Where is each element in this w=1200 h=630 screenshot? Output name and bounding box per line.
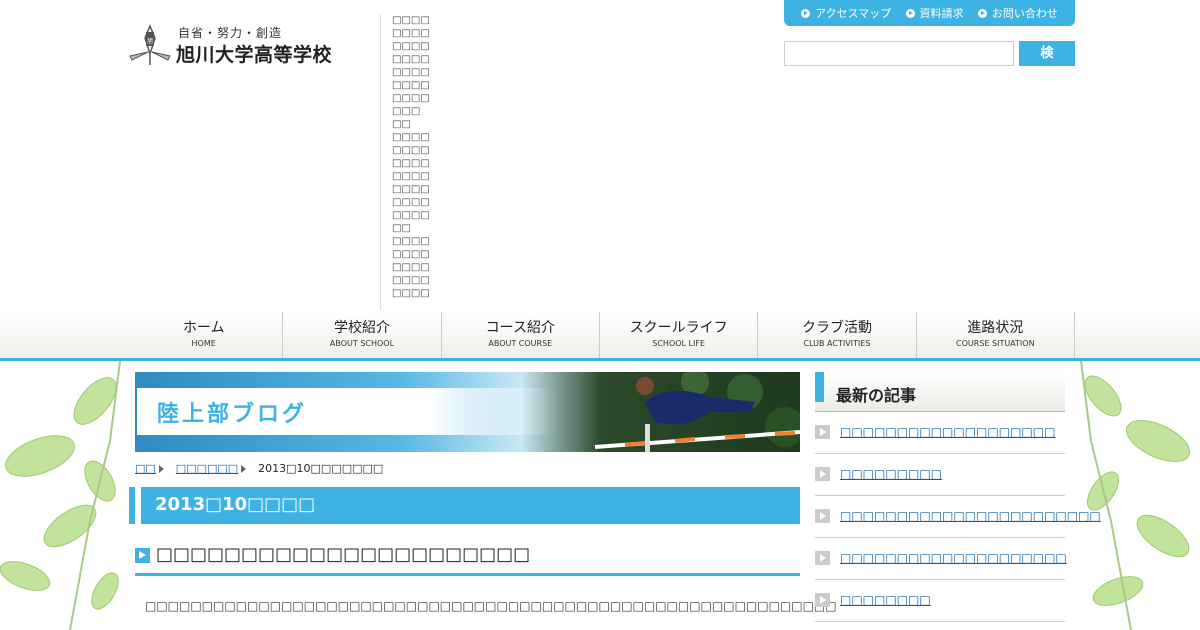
nav-label: クラブ活動 [801, 320, 872, 336]
arrow-square-icon [815, 425, 830, 439]
latest-post-link[interactable]: □□□□□□□□□□□□□□□□□□□□□□□ [840, 509, 1101, 523]
list-item: □□□□□□□□□□□□□□□□□□□□□□□ [815, 496, 1101, 538]
school-name: 旭川大学高等学校 [176, 44, 333, 66]
garbled-line: □□□□ [392, 145, 430, 156]
list-item: □□□□□□□□□□□□□□□□□□□□ [815, 538, 1067, 580]
garbled-line: □□□□ [392, 15, 430, 26]
arrow-square-icon [815, 551, 830, 565]
post-title[interactable]: □□□□□□□□□□□□□□□□□□□□□□ [156, 544, 530, 565]
latest-post-link[interactable]: □□□□□□□□ [840, 593, 931, 607]
latest-post-link[interactable]: □□□□□□□□□□□□□□□□□□□□ [840, 551, 1067, 565]
arrow-square-icon [815, 593, 830, 607]
breadcrumb-arrow-icon [158, 464, 164, 473]
garbled-line: □□□□ [392, 28, 430, 39]
garbled-line: □□ [392, 223, 411, 234]
garbled-line: □□□□ [392, 262, 430, 273]
arrow-circle-icon [801, 8, 811, 18]
nav-sublabel: ABOUT SCHOOL [329, 339, 395, 348]
garbled-line: □□□□ [392, 171, 430, 182]
nav-item-club-activities[interactable]: クラブ活動 CLUB ACTIVITIES [758, 312, 917, 358]
nav-label: スクールライフ [629, 320, 728, 336]
nav-sublabel: COURSE SITUATION [956, 339, 1035, 348]
breadcrumb: □□ □□□□□□ 2013□10□□□□□□□ [135, 462, 383, 475]
school-logo[interactable]: 旭 自省・努力・創造 旭川大学高等学校 [128, 22, 358, 70]
arrow-square-icon [135, 548, 150, 563]
latest-posts-list: □□□□□□□□□□□□□□□□□□□ □□□□□□□□□ □□□□□□□□□□… [815, 412, 1101, 622]
arrow-circle-icon [905, 8, 915, 18]
garbled-line: □□□□ [392, 67, 430, 78]
garbled-line: □□□□ [392, 132, 430, 143]
contact-link[interactable]: お問い合わせ [977, 5, 1058, 21]
post-title-row: □□□□□□□□□□□□□□□□□□□□□□ [135, 543, 800, 576]
track-club-banner: 陸上部ブログ [135, 372, 800, 452]
nav-label: コース紹介 [485, 320, 555, 336]
breadcrumb-current: 2013□10□□□□□□□ [258, 462, 384, 475]
arrow-square-icon [815, 467, 830, 481]
latest-posts-heading: 最新の記事 [836, 386, 917, 405]
request-materials-label: 資料請求 [919, 7, 964, 20]
garbled-line: □□ [392, 119, 411, 130]
arrow-square-icon [815, 509, 830, 523]
latest-posts-heading-box: 最新の記事 [815, 372, 1065, 412]
garbled-line: □□□ [392, 106, 421, 117]
decorative-leaves-right [1080, 361, 1191, 630]
banner-title: 陸上部ブログ [157, 402, 308, 427]
breadcrumb-blog-link[interactable]: □□□□□□ [176, 462, 238, 475]
heading-accent-bar [815, 372, 824, 402]
search-input[interactable] [784, 41, 1014, 66]
nav-label: 進路状況 [967, 320, 1024, 336]
garbled-line: □□□□ [392, 275, 430, 286]
garbled-line: □□□□ [392, 288, 430, 299]
decorative-leaves-left [0, 361, 121, 630]
latest-post-link[interactable]: □□□□□□□□□ [840, 467, 942, 481]
garbled-line: □□□□ [392, 80, 430, 91]
access-map-label: アクセスマップ [815, 7, 892, 20]
broken-text-column: □□□□ □□□□ □□□□ □□□□ □□□□ □□□□ □□□□ □□□ □… [380, 14, 440, 310]
utility-links-bar: アクセスマップ 資料請求 お問い合わせ [784, 0, 1075, 26]
garbled-line: □□□□ [392, 41, 430, 52]
garbled-line: □□□□ [392, 158, 430, 169]
post-body: □□□□□□□□□□□□□□□□□□□□□□□□□□□□□□□□□□□□□□□□… [145, 599, 837, 613]
garbled-line: □□□□ [392, 210, 430, 221]
breadcrumb-arrow-icon [241, 464, 247, 473]
global-nav: ホーム HOME 学校紹介 ABOUT SCHOOL コース紹介 ABOUT C… [125, 312, 1075, 358]
search-button[interactable]: 検 索 [1019, 41, 1075, 86]
list-item: □□□□□□□□ [815, 580, 1065, 622]
garbled-line: □□□□ [392, 236, 430, 247]
latest-post-link[interactable]: □□□□□□□□□□□□□□□□□□□ [840, 425, 1055, 439]
nav-sublabel: HOME [191, 339, 216, 348]
archive-heading-bar: 2013□10□□□□ [135, 487, 800, 524]
list-item: □□□□□□□□□ [815, 454, 1065, 496]
nav-sublabel: ABOUT COURSE [488, 339, 553, 348]
garbled-line: □□□□ [392, 184, 430, 195]
nav-sublabel: SCHOOL LIFE [652, 339, 706, 348]
nav-item-school-life[interactable]: スクールライフ SCHOOL LIFE [600, 312, 759, 358]
breadcrumb-home-link[interactable]: □□ [135, 462, 156, 475]
nav-item-about-course[interactable]: コース紹介 ABOUT COURSE [442, 312, 600, 358]
garbled-line: □□□□ [392, 197, 430, 208]
archive-heading: 2013□10□□□□ [155, 494, 316, 515]
global-nav-bar: ホーム HOME 学校紹介 ABOUT SCHOOL コース紹介 ABOUT C… [0, 312, 1200, 361]
school-emblem-icon: 旭 [129, 24, 171, 65]
garbled-line: □□□□ [392, 54, 430, 65]
nav-sublabel: CLUB ACTIVITIES [803, 339, 871, 348]
school-motto: 自省・努力・創造 [178, 26, 283, 40]
contact-label: お問い合わせ [991, 7, 1058, 20]
garbled-line: □□□□ [392, 93, 430, 104]
access-map-link[interactable]: アクセスマップ [801, 5, 891, 21]
svg-text:旭: 旭 [147, 37, 153, 45]
nav-item-course-situation[interactable]: 進路状況 COURSE SITUATION [917, 312, 1075, 358]
nav-label: ホーム [182, 320, 225, 336]
request-materials-link[interactable]: 資料請求 [905, 5, 964, 21]
nav-item-home[interactable]: ホーム HOME [125, 312, 284, 358]
list-item: □□□□□□□□□□□□□□□□□□□ [815, 412, 1065, 454]
arrow-circle-icon [977, 8, 987, 18]
garbled-line: □□□□ [392, 249, 430, 260]
nav-label: 学校紹介 [333, 320, 390, 336]
nav-item-about-school[interactable]: 学校紹介 ABOUT SCHOOL [283, 312, 442, 358]
